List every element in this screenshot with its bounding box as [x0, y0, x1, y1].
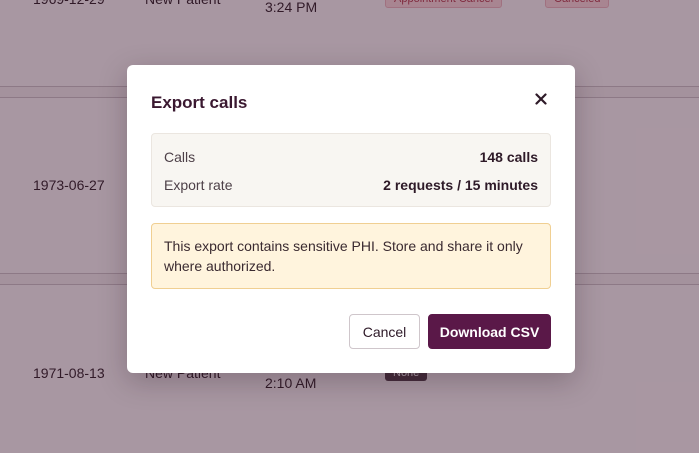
phi-warning: This export contains sensitive PHI. Stor…	[151, 223, 551, 289]
calls-value: 148 calls	[479, 149, 538, 165]
export-rate-label: Export rate	[164, 177, 233, 193]
export-summary: Calls 148 calls Export rate 2 requests /…	[151, 133, 551, 207]
dialog-title: Export calls	[151, 93, 248, 112]
calls-label: Calls	[164, 149, 196, 165]
download-csv-button[interactable]: Download CSV	[428, 314, 551, 349]
export-calls-dialog: Export calls Calls 148 calls Export rate…	[127, 65, 575, 373]
close-button[interactable]	[529, 89, 553, 113]
export-rate-value: 2 requests / 15 minutes	[383, 177, 538, 193]
cancel-button[interactable]: Cancel	[349, 314, 420, 349]
close-icon	[535, 92, 547, 110]
